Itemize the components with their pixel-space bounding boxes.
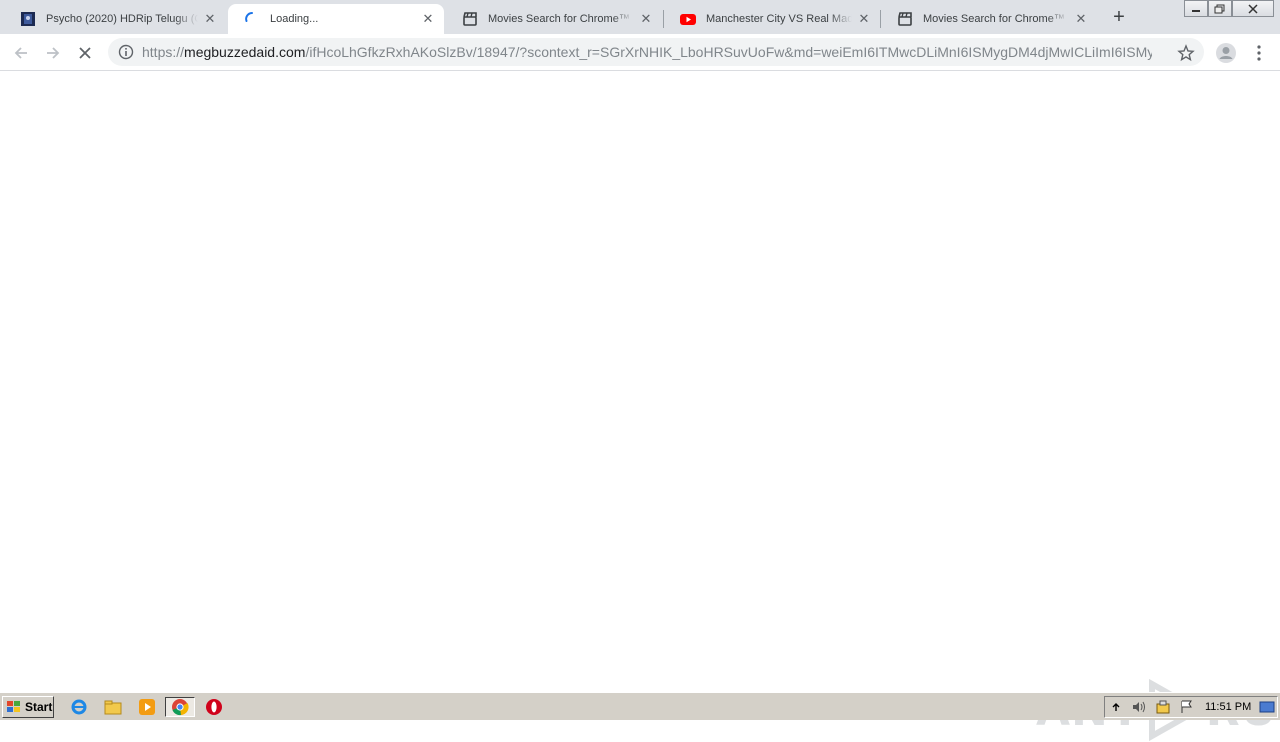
explorer-launch[interactable] xyxy=(102,697,124,717)
restore-button[interactable] xyxy=(1208,0,1232,17)
clock[interactable]: 11:51 PM xyxy=(1205,701,1251,713)
tab-movies-search[interactable]: Movies Search for Chrome™ ✕ xyxy=(446,4,662,34)
close-icon[interactable]: ✕ xyxy=(856,11,872,27)
show-hidden-icons-icon[interactable] xyxy=(1109,700,1123,714)
window-close-button[interactable] xyxy=(1232,0,1274,17)
movie-clapper-icon xyxy=(897,11,913,27)
stop-loading-button[interactable] xyxy=(72,40,98,66)
system-tray: 11:51 PM xyxy=(1104,696,1278,718)
internet-explorer-launch[interactable] xyxy=(68,697,90,717)
forward-button[interactable] xyxy=(40,40,66,66)
tab-title: Psycho (2020) HDRip Telugu (Or xyxy=(46,13,198,25)
back-button[interactable] xyxy=(8,40,34,66)
show-desktop-icon[interactable] xyxy=(1259,700,1275,714)
forward-arrow-icon xyxy=(47,47,60,59)
tab-psycho[interactable]: Psycho (2020) HDRip Telugu (Or ✕ xyxy=(4,4,226,34)
network-icon[interactable] xyxy=(1155,699,1171,715)
tab-title: Loading... xyxy=(270,13,319,25)
avatar-icon xyxy=(1216,43,1236,63)
explorer-folder-icon xyxy=(104,700,122,715)
tab-title: Movies Search for Chrome™ xyxy=(488,13,630,25)
internet-explorer-icon xyxy=(71,699,87,715)
movie-clapper-icon xyxy=(462,11,478,27)
chrome-taskbar-button[interactable] xyxy=(165,697,195,717)
address-bar[interactable]: https://megbuzzedaid.com/ifHcoLhGfkzRxhA… xyxy=(108,38,1204,66)
opera-launch[interactable] xyxy=(203,697,225,717)
tab-strip: Psycho (2020) HDRip Telugu (Or ✕ Loading… xyxy=(0,0,1280,34)
restore-icon xyxy=(1214,4,1225,13)
url-host: megbuzzedaid.com xyxy=(184,44,306,60)
film-poster-icon xyxy=(20,11,36,27)
kebab-menu-icon xyxy=(1257,45,1261,61)
new-tab-button[interactable]: + xyxy=(1108,6,1130,28)
page-content: ANY RUN xyxy=(0,72,1280,742)
tab-youtube[interactable]: Manchester City VS Real Madrid ✕ xyxy=(664,4,880,34)
windows-taskbar: Start 11:51 PM xyxy=(0,692,1280,720)
minimize-button[interactable] xyxy=(1184,0,1208,17)
close-icon[interactable]: ✕ xyxy=(638,11,654,27)
tab-movies-search-2[interactable]: Movies Search for Chrome™ ✕ xyxy=(881,4,1097,34)
windows-logo-icon xyxy=(7,701,20,712)
tab-title: Movies Search for Chrome™ xyxy=(923,13,1065,25)
site-info-icon[interactable] xyxy=(118,44,134,60)
minimize-icon xyxy=(1192,9,1200,12)
back-arrow-icon xyxy=(14,47,27,59)
chrome-icon xyxy=(172,699,189,716)
bookmark-button[interactable] xyxy=(1173,40,1199,66)
start-button[interactable]: Start xyxy=(2,696,54,718)
loading-spinner-icon xyxy=(244,11,260,27)
menu-button[interactable] xyxy=(1246,40,1272,66)
media-player-icon xyxy=(139,699,155,715)
stop-x-icon xyxy=(79,47,91,59)
url-path: /ifHcoLhGfkzRxhAKoSlzBv/18947/?scontext_… xyxy=(305,44,1152,60)
url-text[interactable]: https://megbuzzedaid.com/ifHcoLhGfkzRxhA… xyxy=(142,44,1152,60)
profile-button[interactable] xyxy=(1213,40,1239,66)
media-player-launch[interactable] xyxy=(136,697,158,717)
browser-toolbar: https://megbuzzedaid.com/ifHcoLhGfkzRxhA… xyxy=(0,34,1280,71)
close-icon[interactable]: ✕ xyxy=(202,11,218,27)
start-label: Start xyxy=(25,700,53,714)
tab-title: Manchester City VS Real Madrid xyxy=(706,13,852,25)
youtube-icon xyxy=(680,11,696,27)
close-icon[interactable]: ✕ xyxy=(420,11,436,27)
close-icon xyxy=(1248,3,1258,14)
opera-icon xyxy=(206,699,222,715)
action-center-flag-icon[interactable] xyxy=(1179,699,1195,715)
volume-icon[interactable] xyxy=(1131,699,1147,715)
star-icon xyxy=(1177,44,1195,62)
url-scheme: https:// xyxy=(142,44,185,60)
close-icon[interactable]: ✕ xyxy=(1073,11,1089,27)
tab-loading[interactable]: Loading... ✕ xyxy=(228,4,444,34)
